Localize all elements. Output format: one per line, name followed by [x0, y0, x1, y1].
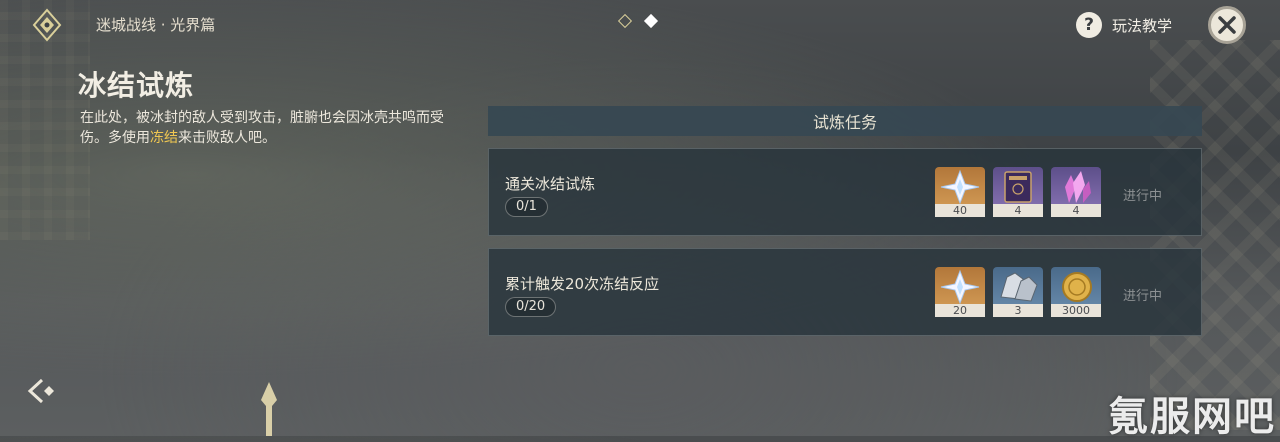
reward-count: 3000 — [1051, 304, 1101, 317]
reward-item[interactable]: 3000 — [1051, 267, 1101, 317]
page-indicator — [617, 13, 659, 29]
watermark: 氪服网吧 — [1108, 394, 1276, 440]
tasks-panel-header: 试炼任务 — [488, 106, 1202, 136]
close-icon — [1218, 16, 1236, 34]
back-button[interactable] — [24, 376, 54, 406]
task-row: 通关冰结试炼 0/1 40 4 4 进行中 — [488, 148, 1202, 236]
mystic-ore-crystal-icon — [1065, 171, 1091, 203]
highlight-keyword: 冻结 — [150, 130, 178, 146]
task-row: 累计触发20次冻结反应 0/20 20 3 3000 进行中 — [488, 248, 1202, 336]
question-mark-icon: ? — [1076, 12, 1102, 38]
reward-count: 4 — [993, 204, 1043, 217]
hero-wit-book-icon — [1004, 171, 1032, 203]
mora-coin-icon — [1062, 272, 1092, 302]
page-dot-2-active[interactable] — [643, 13, 659, 29]
page-dot-1[interactable] — [617, 13, 633, 29]
task-status: 进行中 — [1123, 189, 1163, 204]
reward-item[interactable]: 3 — [993, 267, 1043, 317]
page-title: 冰结试炼 — [78, 69, 195, 102]
task-rewards: 20 3 3000 — [935, 267, 1101, 317]
task-name: 通关冰结试炼 — [505, 175, 596, 193]
primogem-icon — [940, 269, 980, 305]
reward-item[interactable]: 40 — [935, 167, 985, 217]
reward-item[interactable]: 4 — [1051, 167, 1101, 217]
tutorial-button[interactable]: ? 玩法教学 — [1076, 12, 1172, 38]
task-rewards: 40 4 4 — [935, 167, 1101, 217]
close-button[interactable] — [1208, 6, 1246, 44]
reward-item[interactable]: 4 — [993, 167, 1043, 217]
reward-count: 3 — [993, 304, 1043, 317]
enhancement-ore-icon — [1000, 272, 1038, 302]
task-status: 进行中 — [1123, 289, 1163, 304]
primogem-icon — [940, 169, 980, 205]
reward-count: 20 — [935, 304, 985, 317]
reward-count: 4 — [1051, 204, 1101, 217]
task-progress: 0/20 — [505, 297, 557, 317]
tutorial-label: 玩法教学 — [1112, 16, 1173, 35]
reward-count: 40 — [935, 204, 985, 217]
diamond-emblem-icon — [30, 8, 64, 42]
trial-description: 在此处，被冰封的敌人受到攻击，脏腑也会因冰壳共鸣而受伤。多使用冻结来击败敌人吧。 — [80, 110, 444, 146]
task-progress: 0/1 — [505, 197, 548, 217]
back-arrow-icon — [27, 378, 54, 404]
breadcrumb: 迷城战线 · 光界篇 — [96, 16, 216, 34]
spear-decoration — [258, 382, 280, 436]
reward-item[interactable]: 20 — [935, 267, 985, 317]
task-name: 累计触发20次冻结反应 — [505, 275, 660, 293]
